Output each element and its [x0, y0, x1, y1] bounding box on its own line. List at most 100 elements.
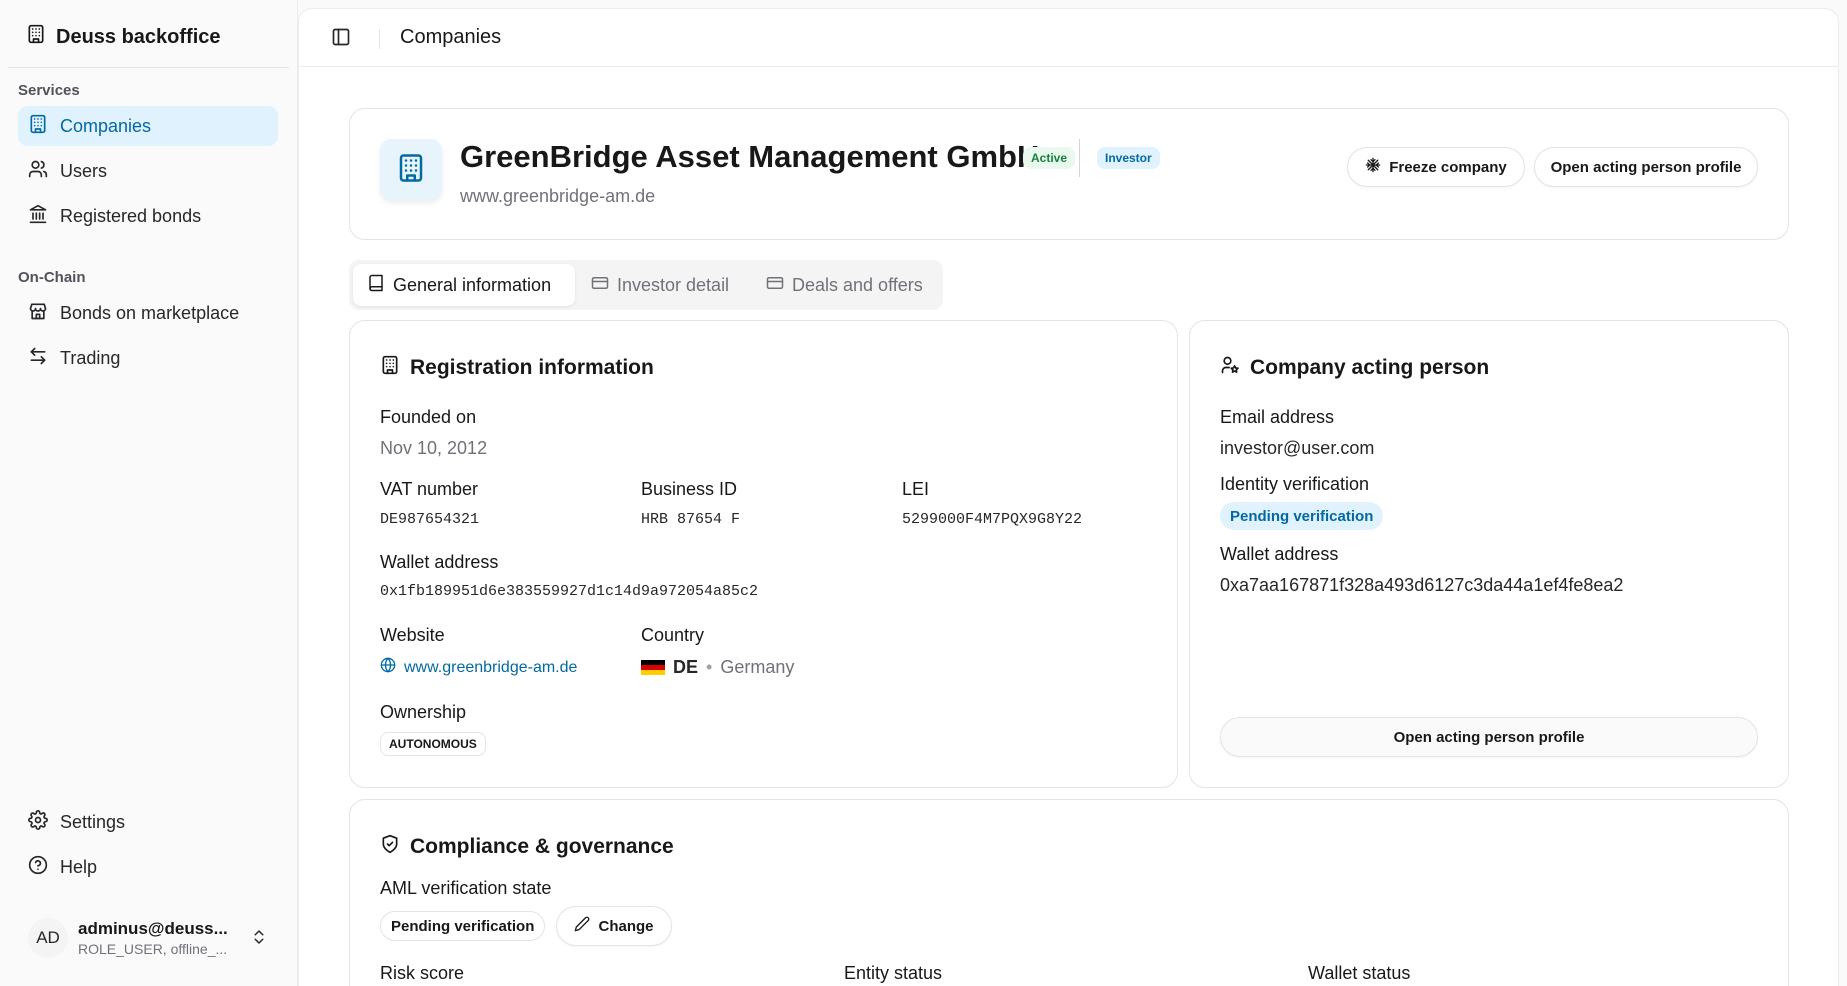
identity-status-badge: Pending verification	[1220, 502, 1384, 530]
main-content: Companies GreenBridge Asset Management G…	[298, 8, 1839, 986]
acting-person-card: Company acting person Email address inve…	[1189, 320, 1789, 788]
company-logo	[380, 139, 442, 201]
registration-information-card: Registration information Founded on Nov …	[349, 320, 1178, 788]
user-star-icon	[1220, 355, 1240, 381]
brand-title: Deuss backoffice	[56, 25, 221, 48]
globe-icon	[380, 657, 396, 678]
sidebar-item-trading[interactable]: Trading	[18, 338, 278, 378]
lei-value: 5299000F4M7PQX9G8Y22	[902, 511, 1083, 528]
tab-general-information[interactable]: General information	[353, 264, 575, 306]
open-acting-person-profile-button[interactable]: Open acting person profile	[1220, 717, 1758, 757]
landmark-icon	[28, 204, 48, 229]
section-label-on-chain: On-Chain	[18, 269, 86, 286]
sidebar-item-label: Help	[60, 856, 98, 877]
user-info: adminus@deuss... ROLE_USER, offline_...	[78, 919, 228, 957]
country-separator: •	[706, 657, 713, 677]
building-icon	[28, 114, 48, 139]
divider	[379, 29, 380, 49]
wallet-value: 0x1fb189951d6e383559927d1c14d9a972054a85…	[380, 583, 759, 600]
card-icon	[591, 274, 609, 297]
country-name: Germany	[720, 657, 795, 677]
ownership-badge: AUTONOMOUS	[380, 732, 486, 756]
help-circle-icon	[28, 855, 48, 880]
email-label: Email address	[1220, 407, 1335, 427]
sidebar-item-bonds-on-marketplace[interactable]: Bonds on marketplace	[18, 293, 278, 333]
business-id-value: HRB 87654 F	[641, 511, 741, 528]
freeze-company-button[interactable]: Freeze company	[1347, 147, 1525, 187]
sidebar-item-label: Trading	[60, 347, 121, 368]
sidebar-item-label: Bonds on marketplace	[60, 302, 240, 323]
tab-investor-detail[interactable]: Investor detail	[577, 264, 743, 306]
wallet-label: Wallet address	[1220, 544, 1339, 564]
identity-verification-label: Identity verification	[1220, 474, 1370, 494]
card-title: Registration information	[380, 355, 654, 381]
tab-label: Investor detail	[617, 274, 730, 295]
vat-value: DE987654321	[380, 511, 480, 528]
entity-status-label: Entity status	[844, 963, 943, 983]
sidebar-item-label: Users	[60, 160, 108, 181]
sidebar-item-settings[interactable]: Settings	[18, 802, 278, 842]
risk-score-label: Risk score	[380, 963, 465, 983]
divider	[1079, 139, 1080, 177]
avatar: AD	[28, 918, 68, 958]
company-url: www.greenbridge-am.de	[460, 186, 656, 206]
website-label: Website	[380, 625, 445, 645]
tab-label: Deals and offers	[792, 274, 923, 295]
building-icon	[380, 355, 400, 381]
founded-label: Founded on	[380, 407, 477, 427]
card-title: Compliance & governance	[380, 834, 674, 860]
wallet-status-label: Wallet status	[1308, 963, 1411, 983]
card-icon	[766, 274, 784, 297]
email-value: investor@user.com	[1220, 438, 1375, 458]
country-value: DE • Germany	[641, 657, 794, 678]
card-title-text: Compliance & governance	[410, 835, 674, 858]
user-menu[interactable]: AD adminus@deuss... ROLE_USER, offline_.…	[18, 912, 278, 964]
brand[interactable]: Deuss backoffice	[26, 24, 221, 50]
divider	[8, 67, 289, 68]
users-icon	[28, 159, 48, 184]
change-aml-button[interactable]: Change	[556, 906, 672, 946]
company-header-card: GreenBridge Asset Management GmbH Active…	[349, 108, 1789, 240]
sidebar-item-companies[interactable]: Companies	[18, 106, 278, 146]
page-title: Companies	[400, 26, 502, 48]
website-link[interactable]: www.greenbridge-am.de	[380, 657, 577, 678]
sidebar-item-registered-bonds[interactable]: Registered bonds	[18, 196, 278, 236]
user-name: adminus@deuss...	[78, 919, 228, 938]
freeze-company-label: Freeze company	[1389, 158, 1507, 176]
tab-deals-and-offers[interactable]: Deals and offers	[752, 264, 937, 306]
open-acting-person-profile-button[interactable]: Open acting person profile	[1534, 147, 1758, 187]
vat-label: VAT number	[380, 479, 479, 499]
book-icon	[367, 274, 385, 297]
card-title-text: Registration information	[410, 356, 654, 379]
tab-label: General information	[393, 274, 552, 295]
sidebar-item-label: Companies	[60, 115, 152, 136]
company-name: GreenBridge Asset Management GmbH	[460, 139, 1040, 174]
shield-check-icon	[380, 834, 400, 860]
status-badge: Active	[1023, 147, 1076, 169]
arrows-swap-icon	[28, 346, 48, 371]
wallet-value: 0xa7aa167871f328a493d6127c3da44a1ef4fe8e…	[1220, 575, 1624, 595]
aml-label: AML verification state	[380, 878, 552, 898]
tabs: General information Investor detail Deal…	[349, 260, 943, 310]
chevrons-up-down-icon	[250, 928, 268, 951]
card-title: Company acting person	[1220, 355, 1489, 381]
sidebar-item-label: Settings	[60, 811, 126, 832]
sidebar-item-label: Registered bonds	[60, 205, 202, 226]
panel-left-icon	[331, 27, 351, 52]
user-role: ROLE_USER, offline_...	[78, 941, 228, 957]
sidebar-toggle-button[interactable]	[325, 23, 357, 55]
gear-icon	[28, 809, 48, 835]
building-icon	[396, 153, 426, 188]
aml-status-badge: Pending verification	[380, 911, 546, 941]
sidebar: Deuss backoffice Services Companies User…	[0, 0, 298, 986]
pencil-icon	[574, 916, 590, 936]
lei-label: LEI	[902, 479, 930, 499]
founded-value: Nov 10, 2012	[380, 438, 488, 458]
website-value: www.greenbridge-am.de	[404, 658, 578, 676]
change-label: Change	[598, 917, 654, 935]
sidebar-item-users[interactable]: Users	[18, 151, 278, 191]
sidebar-item-help[interactable]: Help	[18, 847, 278, 887]
ownership-label: Ownership	[380, 702, 467, 722]
store-icon	[28, 301, 48, 326]
section-label-services: Services	[18, 82, 80, 99]
